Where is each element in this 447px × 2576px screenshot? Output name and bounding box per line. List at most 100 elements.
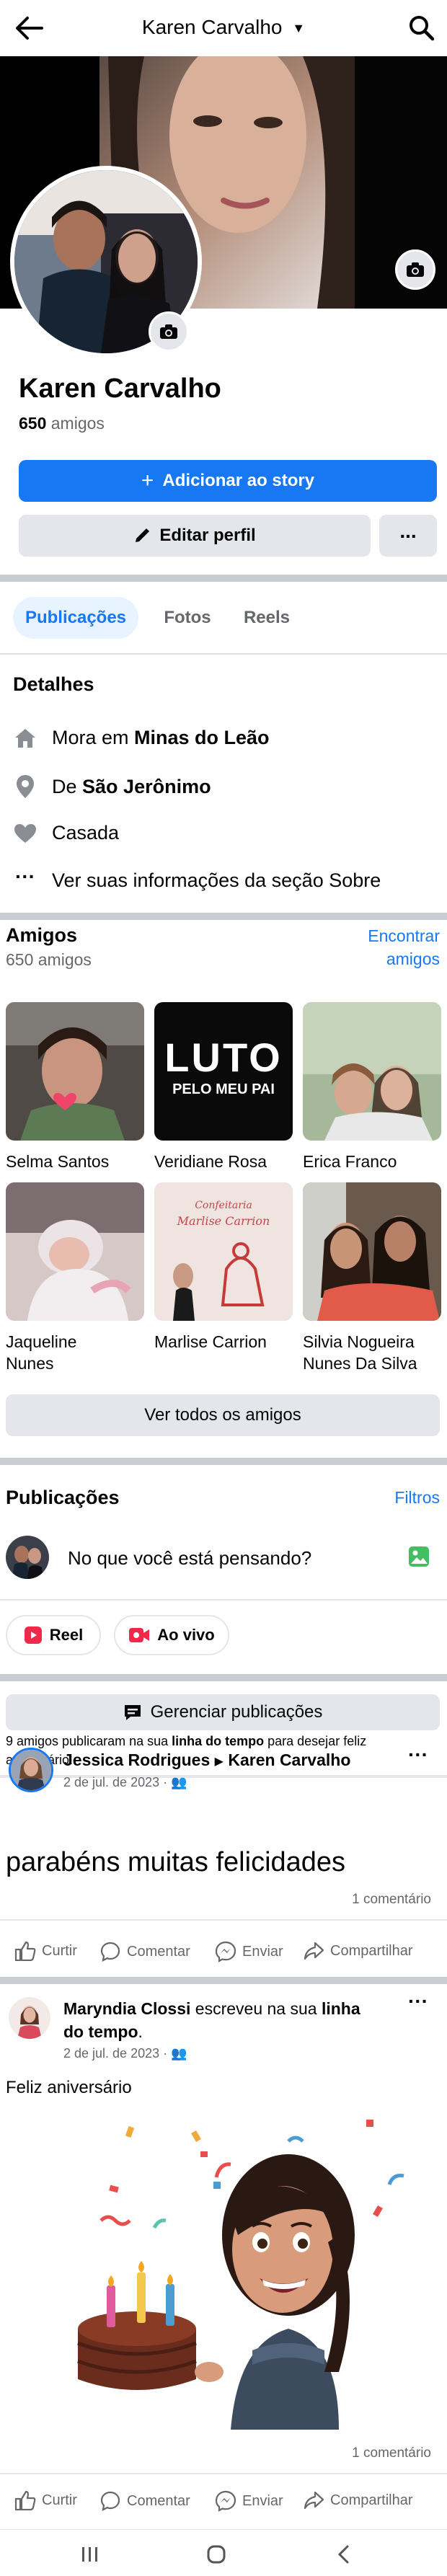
friend-tile[interactable]: Jaqueline Nunes — [6, 1182, 144, 1374]
comments-count[interactable]: 1 comentário — [339, 1892, 431, 1908]
friend-tile[interactable]: Erica Franco — [303, 1002, 441, 1172]
lives-city[interactable]: Minas do Leão — [134, 727, 270, 748]
friend-tile[interactable]: Silvia Nogueira Nunes Da Silva — [303, 1182, 441, 1374]
like-label: Curtir — [42, 1942, 77, 1959]
comment-button[interactable]: Comentar — [99, 2490, 190, 2512]
camera-icon — [160, 324, 177, 339]
friend-photo: Confeitaria Marlise Carrion — [154, 1182, 293, 1321]
share-button[interactable]: Compartilhar — [303, 2490, 412, 2510]
send-button[interactable]: Enviar — [215, 1941, 283, 1962]
friend-photo: LUTO PELO MEU PAI — [154, 1002, 293, 1141]
post-text: parabéns muitas felicidades — [6, 1847, 346, 1877]
birthday-note-bold: linha do tempo — [172, 1734, 265, 1748]
live-button[interactable]: Ao vivo — [114, 1615, 229, 1655]
photo-gallery-icon[interactable] — [408, 1546, 430, 1571]
cover-camera-button[interactable] — [395, 249, 435, 290]
post-meta[interactable]: 2 de jul. de 2023 · 👥 — [63, 2046, 187, 2061]
friends-word: amigos — [50, 414, 105, 433]
detail-lives-in: Mora em Minas do Leão — [13, 727, 270, 749]
friend-name-line: Silvia Nogueira — [303, 1332, 415, 1351]
search-icon[interactable] — [408, 14, 435, 42]
filters-link[interactable]: Filtros — [382, 1488, 440, 1508]
friend-name-line: Nunes — [6, 1354, 54, 1373]
friend-photo — [6, 1002, 144, 1141]
find-friends-link[interactable]: Encontrar amigos — [346, 924, 440, 970]
friend-name: Veridiane Rosa — [154, 1152, 267, 1171]
reel-icon — [24, 1626, 42, 1644]
add-to-story-button[interactable]: + Adicionar ao story — [19, 460, 437, 502]
recent-apps-icon[interactable] — [81, 2546, 99, 2567]
photo-text: LUTO — [164, 1035, 283, 1080]
post-options-button[interactable]: ··· — [408, 1990, 428, 2013]
post-options-button[interactable]: ··· — [408, 1743, 428, 1766]
timeline-link[interactable]: linha — [322, 1999, 360, 2018]
avatar[interactable] — [9, 1748, 53, 1792]
posts-heading: Publicações — [6, 1487, 120, 1508]
divider — [0, 1599, 447, 1601]
home-icon[interactable] — [206, 2544, 226, 2568]
post-header-text: . — [138, 2022, 143, 2041]
post-date: 2 de jul. de 2023 · — [63, 1775, 172, 1789]
see-about-link[interactable]: ··· Ver suas informações da seção Sobre — [13, 865, 381, 892]
send-label: Enviar — [242, 2492, 283, 2509]
reel-label: Reel — [49, 1626, 84, 1644]
share-icon — [304, 1942, 324, 1960]
tab-fotos[interactable]: Fotos — [151, 597, 224, 639]
post-header: Maryndia Clossi escreveu na sua linha do… — [63, 1997, 402, 2043]
composer-input[interactable]: No que você está pensando? — [68, 1547, 311, 1570]
see-all-friends-button[interactable]: Ver todos os amigos — [6, 1394, 440, 1436]
from-city[interactable]: São Jerônimo — [82, 776, 211, 797]
post-author[interactable]: Jessica Rodrigues — [63, 1750, 210, 1769]
avatar[interactable] — [9, 1997, 50, 2039]
system-nav-bar — [0, 2529, 447, 2576]
manage-posts-label: Gerenciar publicações — [150, 1702, 323, 1722]
timeline-link[interactable]: do tempo — [63, 2022, 138, 2041]
find-friends-line1: Encontrar — [368, 926, 440, 945]
post-meta[interactable]: 2 de jul. de 2023 · 👥 — [63, 1775, 187, 1790]
profile-camera-button[interactable] — [149, 311, 189, 352]
find-friends-line2: amigos — [386, 950, 440, 968]
birthday-note-text: para desejar feliz — [264, 1734, 367, 1748]
edit-profile-button[interactable]: Editar perfil — [19, 515, 371, 557]
share-label: Compartilhar — [330, 2492, 413, 2508]
post-author[interactable]: Maryndia Clossi — [63, 1999, 190, 2018]
reel-button[interactable]: Reel — [6, 1615, 101, 1655]
send-button[interactable]: Enviar — [215, 2490, 283, 2512]
location-pin-icon — [13, 774, 37, 799]
comment-label: Comentar — [127, 2492, 190, 2509]
tab-publicacoes[interactable]: Publicações — [13, 597, 138, 639]
manage-posts-button[interactable]: Gerenciar publicações — [6, 1694, 440, 1730]
birthday-avatar-sticker[interactable] — [0, 2112, 447, 2430]
friends-count-line[interactable]: 650 amigos — [19, 414, 105, 433]
friend-name: Silvia Nogueira Nunes Da Silva — [303, 1331, 441, 1374]
post-target[interactable]: Karen Carvalho — [228, 1750, 350, 1769]
friends-audience-icon: 👥 — [171, 1775, 187, 1789]
tab-reels[interactable]: Reels — [232, 597, 301, 639]
profile-name-dropdown[interactable]: Karen Carvalho ▼ — [0, 16, 447, 39]
send-label: Enviar — [242, 1943, 283, 1960]
see-about-label: Ver suas informações da seção Sobre — [52, 869, 381, 891]
share-button[interactable]: Compartilhar — [303, 1941, 412, 1961]
friend-tile[interactable]: Confeitaria Marlise Carrion Marlise Carr… — [154, 1182, 293, 1353]
share-label: Compartilhar — [330, 1942, 413, 1959]
like-button[interactable]: Curtir — [14, 1941, 77, 1961]
comment-button[interactable]: Comentar — [99, 1941, 190, 1962]
friend-tile[interactable]: LUTO PELO MEU PAI Veridiane Rosa — [154, 1002, 293, 1172]
post-header-text: escreveu na sua — [190, 1999, 322, 2018]
system-back-icon[interactable] — [336, 2544, 350, 2568]
friend-tile[interactable]: Selma Santos — [6, 1002, 144, 1172]
top-bar: Karen Carvalho ▼ — [0, 0, 447, 56]
more-dots-icon: ... — [399, 520, 417, 542]
avatar[interactable] — [6, 1536, 49, 1579]
thumbs-up-icon — [14, 2490, 36, 2510]
page-title: Karen Carvalho — [141, 16, 283, 38]
comments-count[interactable]: 1 comentário — [339, 2446, 431, 2461]
see-all-friends-label: Ver todos os amigos — [144, 1405, 301, 1425]
caret-down-icon: ▼ — [292, 21, 306, 36]
more-options-button[interactable]: ... — [379, 515, 437, 557]
divider — [0, 1919, 447, 1921]
friend-name: Marlise Carrion — [154, 1332, 267, 1351]
friend-photo — [6, 1182, 144, 1321]
like-button[interactable]: Curtir — [14, 2490, 77, 2510]
live-label: Ao vivo — [157, 1626, 215, 1644]
